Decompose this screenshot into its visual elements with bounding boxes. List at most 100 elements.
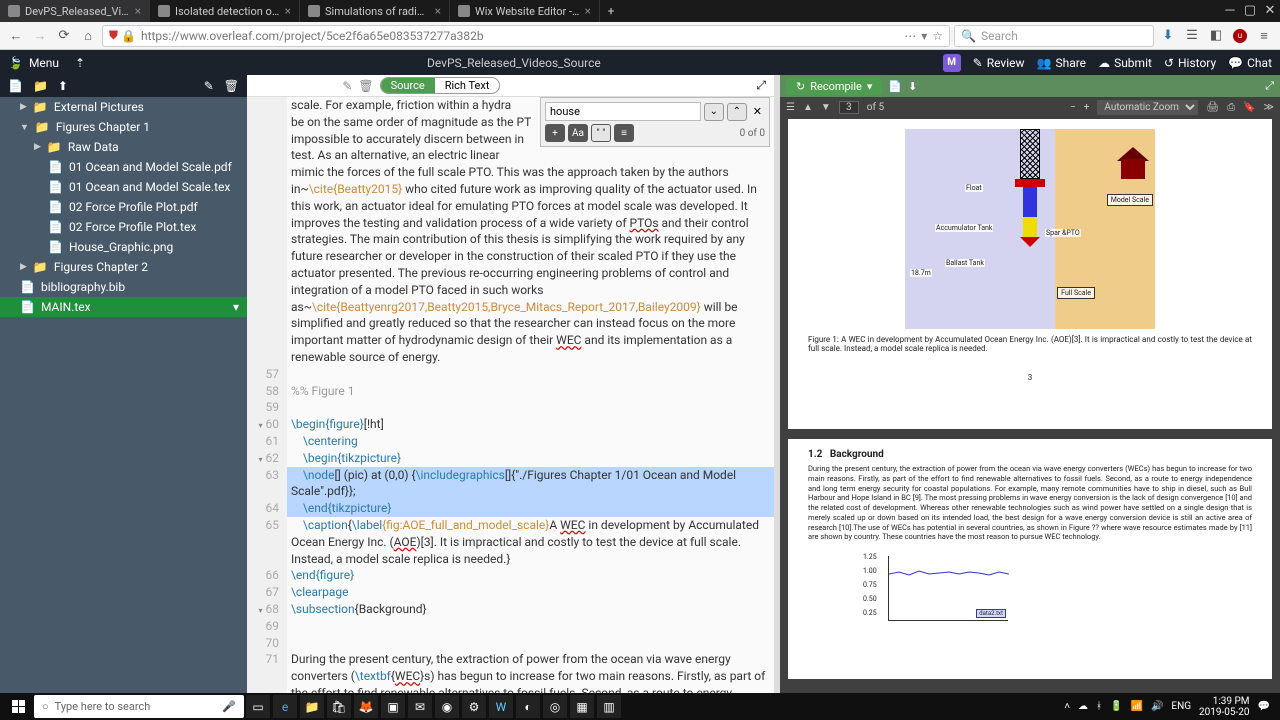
code-editor[interactable]: scale. For example, friction within a hy… (247, 97, 774, 693)
bluetooth-icon[interactable]: ᚼ (1096, 701, 1102, 712)
browser-tab[interactable]: DevPS_Released_Videos_Sou× (0, 0, 150, 22)
logs-icon[interactable]: 📄 (888, 80, 902, 93)
chevron-down-icon[interactable]: ▾ (867, 80, 873, 93)
tree-folder[interactable]: ▶📁External Pictures (0, 97, 247, 117)
more-icon[interactable]: ⋯ (904, 29, 916, 43)
case-toggle[interactable]: Aa (568, 124, 588, 142)
avatar[interactable]: M (943, 54, 961, 72)
tree-file[interactable]: 📄MAIN.tex▾ (0, 297, 247, 317)
store-icon[interactable]: 🛍 (327, 695, 351, 718)
page-up-icon[interactable]: ▲ (803, 102, 813, 113)
tree-folder[interactable]: ▶📁Raw Data (0, 137, 247, 157)
review-button[interactable]: ✎Review (973, 56, 1025, 70)
rename-icon[interactable]: ✎ (204, 79, 214, 93)
tools-icon[interactable]: ≫ (1264, 102, 1274, 113)
wifi-icon[interactable]: 📶 (1131, 701, 1143, 712)
expand-icon[interactable]: ⤢ (756, 78, 766, 93)
code-line[interactable]: 57 (247, 366, 774, 383)
maximize-icon[interactable]: ▢ (1240, 0, 1260, 20)
close-icon[interactable]: × (285, 4, 291, 18)
tree-file[interactable]: 📄01 Ocean and Model Scale.pdf (0, 157, 247, 177)
edit-icon[interactable]: ✎ (342, 79, 352, 93)
bookmark-icon[interactable]: 🔖 (1243, 102, 1255, 113)
tree-file[interactable]: 📄02 Force Profile Plot.pdf (0, 197, 247, 217)
find-next-icon[interactable]: ⌄ (704, 103, 724, 121)
notifications-icon[interactable]: 💬 (1258, 701, 1270, 712)
menu-button[interactable]: Menu (29, 56, 59, 70)
tray-up-icon[interactable]: ˄ (1064, 701, 1070, 712)
zoom-in-icon[interactable]: + (1084, 102, 1090, 113)
sidebar-toggle-icon[interactable]: ☰ (786, 102, 795, 113)
browser-tab[interactable]: Isolated detection of elastic w× (150, 0, 300, 22)
ublock-icon[interactable]: u (1230, 26, 1250, 46)
lang-indicator[interactable]: ENG (1171, 701, 1191, 712)
close-icon[interactable]: × (135, 4, 141, 18)
code-line[interactable]: 71During the present century, the extrac… (247, 651, 774, 693)
code-line[interactable]: ▾ 62 \begin{tikzpicture} (247, 450, 774, 467)
reload-icon[interactable]: ⟳ (54, 26, 74, 46)
app5-icon[interactable]: ▥ (597, 695, 621, 718)
zoom-out-icon[interactable]: − (1070, 102, 1076, 113)
regex-toggle[interactable]: " " (591, 124, 611, 142)
tree-file[interactable]: 📄bibliography.bib (0, 277, 247, 297)
onedrive-icon[interactable]: ☁ (1078, 701, 1088, 712)
home-icon[interactable]: ⌂ (78, 26, 98, 46)
print-icon[interactable]: 🖨 (1206, 102, 1219, 113)
edge-icon[interactable]: e (273, 695, 297, 718)
code-line[interactable]: ▾ 68\subsection{Background} (247, 601, 774, 618)
downloads-icon[interactable]: ⬇ (1158, 26, 1178, 46)
download-pdf-icon[interactable]: ⬇ (908, 80, 917, 93)
page-input[interactable] (839, 101, 859, 114)
find-input[interactable] (545, 102, 701, 121)
code-line[interactable]: 64 \end{tikzpicture} (247, 500, 774, 517)
chrome-icon[interactable]: ◐ (516, 695, 540, 718)
minimize-icon[interactable]: ─ (1220, 0, 1240, 20)
start-button[interactable] (4, 695, 32, 718)
sidebar-icon[interactable]: ◧ (1206, 26, 1226, 46)
chevron-down-icon[interactable]: ▾ (233, 300, 239, 314)
share-button[interactable]: 👥Share (1037, 56, 1087, 70)
code-line[interactable]: mimic the forces of the full scale PTO. … (247, 164, 774, 366)
tree-folder[interactable]: ▼📁Figures Chapter 1 (0, 117, 247, 137)
taskbar-search[interactable]: ○ Type here to search 🎤 (34, 695, 244, 718)
new-file-icon[interactable]: 📄 (8, 79, 23, 93)
code-line[interactable]: test. As an alternative, an electric lin… (247, 147, 774, 164)
back-icon[interactable]: ← (6, 26, 26, 46)
code-line[interactable]: 65 \caption{\label{fig:AOE_full_and_mode… (247, 517, 774, 567)
volume-icon[interactable]: 🔊 (1151, 701, 1163, 712)
browser-tab[interactable]: Wix Website Editor - mysite× (450, 0, 600, 22)
tree-file[interactable]: 📄01 Ocean and Model Scale.tex (0, 177, 247, 197)
forward-icon[interactable]: → (30, 26, 50, 46)
expand-pdf-icon[interactable]: ⤢ (1265, 79, 1274, 93)
pdf-viewer[interactable]: Float Accumulator Tank Ballast Tank Spar… (780, 117, 1280, 693)
app2-icon[interactable]: ◉ (435, 695, 459, 718)
settings-icon[interactable]: ⚙ (462, 695, 486, 718)
battery-icon[interactable]: 🔋 (1110, 701, 1122, 712)
up-icon[interactable]: ⇡ (75, 56, 85, 70)
find-prev-icon[interactable]: ⌃ (727, 103, 747, 121)
history-button[interactable]: ↺History (1164, 56, 1216, 70)
code-line[interactable]: ▾ 60\begin{figure}[!ht] (247, 416, 774, 433)
explorer-icon[interactable]: 📁 (300, 695, 324, 718)
new-tab-button[interactable]: + (600, 0, 622, 22)
recompile-button[interactable]: ↻ Recompile ▾ (786, 78, 882, 95)
tree-folder[interactable]: ▶📁Figures Chapter 2 (0, 257, 247, 277)
browser-search[interactable]: 🔍 Search (954, 25, 1154, 47)
code-line[interactable]: 70 (247, 635, 774, 652)
pocket-icon[interactable]: ▾ (921, 29, 927, 43)
app3-icon[interactable]: ◎ (543, 695, 567, 718)
library-icon[interactable]: ☰ (1182, 26, 1202, 46)
mail-icon[interactable]: ✉ (408, 695, 432, 718)
replace-toggle-icon[interactable]: + (545, 124, 565, 142)
new-folder-icon[interactable]: 📁 (33, 79, 48, 93)
find-close-icon[interactable]: ✕ (750, 105, 765, 118)
word-icon[interactable]: W (489, 695, 513, 718)
code-line[interactable]: 66\end{figure} (247, 567, 774, 584)
close-icon[interactable]: × (435, 4, 441, 18)
whole-word-toggle[interactable]: ≡ (614, 124, 634, 142)
chat-button[interactable]: 💬Chat (1228, 56, 1272, 70)
url-bar[interactable]: ⛊ 🔒 https://www.overleaf.com/project/5ce… (102, 25, 950, 47)
app4-icon[interactable]: ▦ (570, 695, 594, 718)
download-icon[interactable]: ⎙ (1227, 102, 1235, 113)
overleaf-logo-icon[interactable]: 🍃 (8, 56, 23, 70)
